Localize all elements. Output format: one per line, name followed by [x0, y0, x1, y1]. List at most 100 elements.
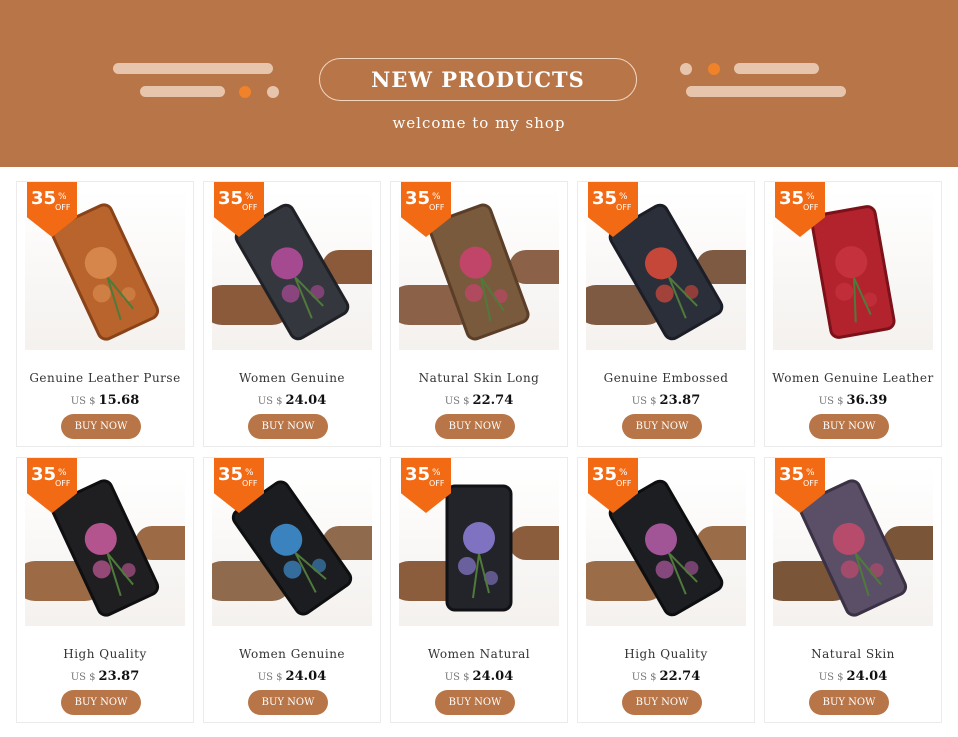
discount-off-label: OFF: [55, 203, 71, 212]
buy-now-button[interactable]: BUY NOW: [61, 690, 141, 715]
price-amount: 36.39: [846, 393, 888, 408]
price-currency: US $: [631, 396, 657, 407]
discount-off-label: OFF: [803, 203, 819, 212]
price-currency: US $: [257, 396, 283, 407]
discount-value: 35: [779, 188, 805, 209]
discount-percent: %: [432, 468, 441, 478]
price-amount: 24.04: [285, 393, 327, 408]
decor-dot: [708, 63, 720, 75]
price-amount: 22.74: [659, 669, 701, 684]
price-amount: 23.87: [98, 669, 140, 684]
product-name[interactable]: Natural Skin: [765, 647, 941, 661]
product-price: US $15.68: [17, 389, 193, 408]
product-price: US $22.74: [578, 665, 754, 684]
buy-now-button[interactable]: BUY NOW: [435, 414, 515, 439]
product-card[interactable]: 35 % OFF Women Genuine US $24.04 BUY NOW: [203, 457, 381, 723]
decor-dot: [267, 86, 279, 98]
product-price: US $24.04: [391, 665, 567, 684]
discount-value: 35: [405, 188, 431, 209]
product-price: US $24.04: [204, 389, 380, 408]
discount-off-label: OFF: [242, 203, 258, 212]
buy-now-button[interactable]: BUY NOW: [248, 690, 328, 715]
product-grid: 35 % OFF Genuine Leather Purse US $15.68…: [16, 181, 942, 723]
discount-percent: %: [619, 192, 628, 202]
buy-now-button[interactable]: BUY NOW: [622, 690, 702, 715]
product-card[interactable]: 35 % OFF Natural Skin US $24.04 BUY NOW: [764, 457, 942, 723]
discount-percent: %: [619, 468, 628, 478]
buy-now-button[interactable]: BUY NOW: [622, 414, 702, 439]
price-currency: US $: [631, 672, 657, 683]
decor-bar: [686, 86, 846, 97]
product-name[interactable]: High Quality: [17, 647, 193, 661]
discount-percent: %: [58, 192, 67, 202]
discount-off-label: OFF: [803, 479, 819, 488]
section-title: NEW PRODUCTS: [319, 58, 637, 101]
product-card[interactable]: 35 % OFF Genuine Embossed US $23.87 BUY …: [577, 181, 755, 447]
buy-now-button[interactable]: BUY NOW: [248, 414, 328, 439]
product-card[interactable]: 35 % OFF High Quality US $23.87 BUY NOW: [16, 457, 194, 723]
product-name[interactable]: Natural Skin Long: [391, 371, 567, 385]
price-currency: US $: [818, 396, 844, 407]
discount-value: 35: [779, 464, 805, 485]
price-currency: US $: [70, 672, 96, 683]
decor-dot: [680, 63, 692, 75]
product-name[interactable]: High Quality: [578, 647, 754, 661]
discount-percent: %: [806, 468, 815, 478]
decor-dot: [239, 86, 251, 98]
discount-off-label: OFF: [616, 203, 632, 212]
product-price: US $23.87: [17, 665, 193, 684]
discount-percent: %: [806, 192, 815, 202]
price-currency: US $: [818, 672, 844, 683]
product-card[interactable]: 35 % OFF High Quality US $22.74 BUY NOW: [577, 457, 755, 723]
buy-now-button[interactable]: BUY NOW: [435, 690, 515, 715]
discount-off-label: OFF: [55, 479, 71, 488]
discount-value: 35: [592, 464, 618, 485]
discount-off-label: OFF: [242, 479, 258, 488]
section-subtitle: welcome to my shop: [392, 114, 566, 132]
price-currency: US $: [444, 672, 470, 683]
price-currency: US $: [444, 396, 470, 407]
product-price: US $36.39: [765, 389, 941, 408]
product-price: US $24.04: [765, 665, 941, 684]
price-amount: 23.87: [659, 393, 701, 408]
product-card[interactable]: 35 % OFF Women Genuine US $24.04 BUY NOW: [203, 181, 381, 447]
product-card[interactable]: 35 % OFF Women Natural US $24.04 BUY NOW: [390, 457, 568, 723]
product-name[interactable]: Women Genuine Leather: [765, 371, 941, 385]
discount-off-label: OFF: [429, 203, 445, 212]
product-name[interactable]: Women Natural: [391, 647, 567, 661]
discount-off-label: OFF: [616, 479, 632, 488]
discount-value: 35: [218, 188, 244, 209]
buy-now-button[interactable]: BUY NOW: [61, 414, 141, 439]
product-name[interactable]: Women Genuine: [204, 371, 380, 385]
discount-value: 35: [405, 464, 431, 485]
decor-bar: [734, 63, 819, 74]
banner: NEW PRODUCTS welcome to my shop: [0, 0, 958, 167]
price-currency: US $: [257, 672, 283, 683]
discount-value: 35: [31, 464, 57, 485]
discount-percent: %: [245, 192, 254, 202]
buy-now-button[interactable]: BUY NOW: [809, 690, 889, 715]
price-amount: 22.74: [472, 393, 514, 408]
product-name[interactable]: Genuine Leather Purse: [17, 371, 193, 385]
discount-percent: %: [245, 468, 254, 478]
price-amount: 24.04: [285, 669, 327, 684]
product-name[interactable]: Genuine Embossed: [578, 371, 754, 385]
price-amount: 15.68: [98, 393, 140, 408]
discount-value: 35: [31, 188, 57, 209]
decor-bar: [113, 63, 273, 74]
discount-value: 35: [218, 464, 244, 485]
product-price: US $24.04: [204, 665, 380, 684]
discount-value: 35: [592, 188, 618, 209]
price-amount: 24.04: [472, 669, 514, 684]
price-amount: 24.04: [846, 669, 888, 684]
discount-percent: %: [58, 468, 67, 478]
price-currency: US $: [70, 396, 96, 407]
product-card[interactable]: 35 % OFF Women Genuine Leather US $36.39…: [764, 181, 942, 447]
product-name[interactable]: Women Genuine: [204, 647, 380, 661]
discount-off-label: OFF: [429, 479, 445, 488]
buy-now-button[interactable]: BUY NOW: [809, 414, 889, 439]
product-card[interactable]: 35 % OFF Genuine Leather Purse US $15.68…: [16, 181, 194, 447]
decor-bar: [140, 86, 225, 97]
product-price: US $22.74: [391, 389, 567, 408]
product-card[interactable]: 35 % OFF Natural Skin Long US $22.74 BUY…: [390, 181, 568, 447]
